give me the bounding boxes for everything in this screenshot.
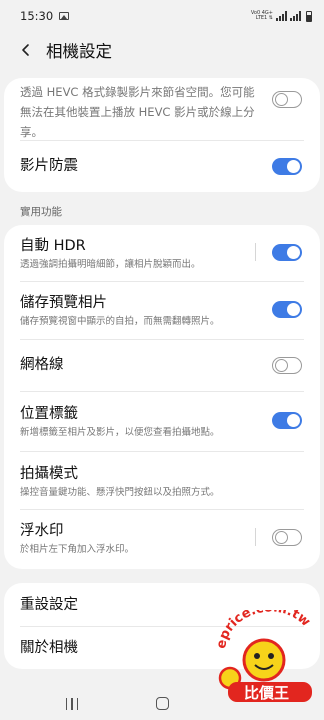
hevc-row[interactable]: 透過 HEVC 格式錄製影片來節省空間。您可能無法在其他裝置上播放 HEVC 影…: [4, 78, 320, 140]
back-arrow-icon: [22, 44, 29, 56]
shooting-methods-subtitle: 操控音量鍵功能、懸浮快門按鈕以及拍照方式。: [20, 487, 220, 498]
network-label-2: LTE1 ⇅: [255, 15, 273, 21]
section-label-useful-features: 實用功能: [20, 206, 62, 218]
feature-row-shooting-methods[interactable]: 拍攝模式 操控音量鍵功能、懸浮快門按鈕以及拍照方式。: [4, 451, 320, 509]
page-title: 相機設定: [46, 42, 112, 61]
signal-icon-2: [290, 11, 301, 21]
gallery-notification-icon: [59, 12, 70, 20]
feature-row-grid-lines[interactable]: 網格線: [4, 339, 320, 391]
stabilization-toggle[interactable]: [272, 158, 302, 175]
stabilization-row[interactable]: 影片防震: [4, 140, 320, 192]
network-indicator: Vo0 4G+ LTE1 ⇅: [251, 11, 273, 21]
save-preview-toggle[interactable]: [272, 301, 302, 318]
navigation-bar: [0, 686, 324, 720]
hevc-description: 透過 HEVC 格式錄製影片來節省空間。您可能無法在其他裝置上播放 HEVC 影…: [20, 85, 255, 139]
recent-apps-button[interactable]: [62, 695, 82, 711]
feature-row-watermark[interactable]: 浮水印 於相片左下角加入浮水印。: [4, 509, 320, 569]
battery-icon: [306, 10, 312, 22]
feature-row-auto-hdr[interactable]: 自動 HDR 透過強調拍攝明暗細節，讓相片脫穎而出。: [4, 225, 320, 281]
grid-lines-toggle[interactable]: [272, 357, 302, 374]
video-settings-card: 透過 HEVC 格式錄製影片來節省空間。您可能無法在其他裝置上播放 HEVC 影…: [4, 78, 320, 192]
status-indicators: Vo0 4G+ LTE1 ⇅: [251, 10, 312, 22]
hevc-toggle[interactable]: [272, 91, 302, 108]
features-card: 自動 HDR 透過強調拍攝明暗細節，讓相片脫穎而出。 儲存預覽相片 儲存預覽視窗…: [4, 225, 320, 569]
shooting-methods-label: 拍攝模式: [20, 466, 78, 482]
signal-icon: [276, 11, 287, 21]
app-header: 相機設定: [0, 32, 324, 68]
auto-hdr-toggle[interactable]: [272, 244, 302, 261]
watermark-toggle[interactable]: [272, 529, 302, 546]
feature-row-save-preview[interactable]: 儲存預覽相片 儲存預覽視窗中顯示的自拍，而無需翻轉照片。: [4, 281, 320, 339]
feature-row-location-tags[interactable]: 位置標籤 新增標籤至相片及影片，以便您查看拍攝地點。: [4, 391, 320, 451]
status-time: 15:30: [20, 9, 54, 23]
home-button[interactable]: [153, 694, 171, 712]
status-bar: 15:30 Vo0 4G+ LTE1 ⇅: [0, 0, 324, 32]
divider: [255, 528, 256, 546]
divider: [255, 243, 256, 261]
back-button[interactable]: [14, 38, 38, 62]
location-tags-toggle[interactable]: [272, 412, 302, 429]
